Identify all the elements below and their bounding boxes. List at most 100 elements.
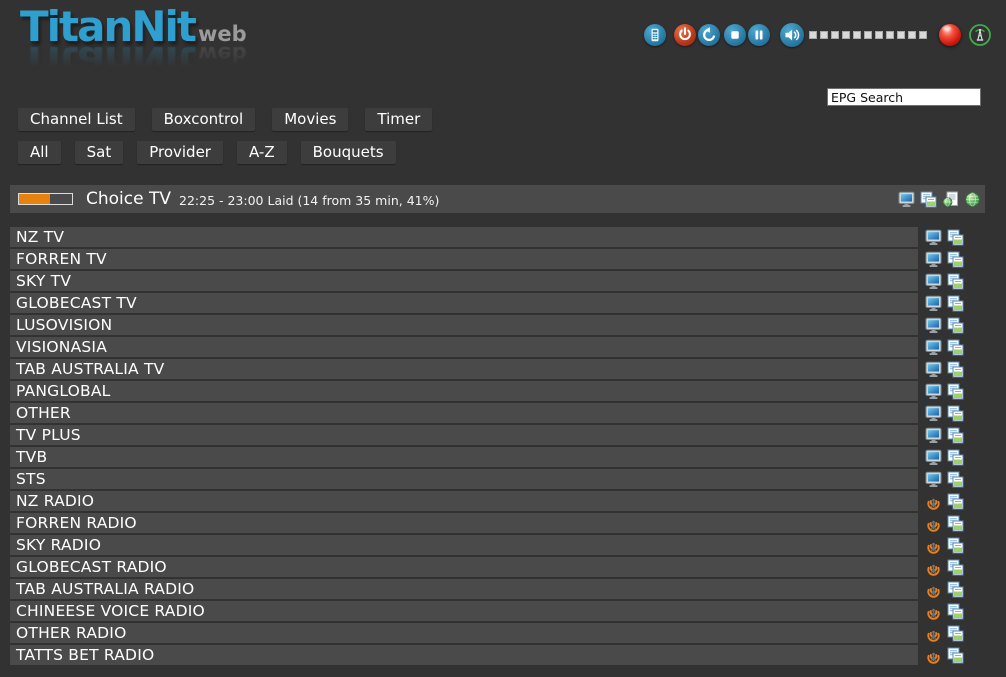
stream-windows-icon[interactable] [947, 427, 964, 444]
radio-transmit-icon[interactable] [925, 581, 942, 598]
radio-transmit-icon[interactable] [925, 625, 942, 642]
tv-icon[interactable] [925, 471, 942, 488]
tv-icon[interactable] [925, 449, 942, 466]
app-logo: TitanNitweb TitanNitweb [20, 6, 247, 48]
volume-segment[interactable] [886, 31, 894, 39]
filter-bouquets[interactable]: Bouquets [301, 141, 396, 164]
channel-row[interactable]: FORREN RADIO [10, 513, 918, 533]
stream-windows-icon[interactable] [947, 493, 964, 510]
volume-segment[interactable] [919, 31, 927, 39]
channel-row[interactable]: TATTS BET RADIO [10, 645, 918, 665]
filter-sat[interactable]: Sat [75, 141, 124, 164]
channel-row[interactable]: TAB AUSTRALIA RADIO [10, 579, 918, 599]
power-icon [674, 24, 696, 46]
tv-icon[interactable] [925, 427, 942, 444]
stop-button[interactable] [724, 24, 746, 46]
filter-provider[interactable]: Provider [137, 141, 223, 164]
channel-row[interactable]: GLOBECAST RADIO [10, 557, 918, 577]
stream-windows-icon[interactable] [947, 515, 964, 532]
radio-transmit-icon[interactable] [925, 603, 942, 620]
mute-button[interactable] [780, 23, 804, 47]
power-button[interactable] [674, 24, 696, 46]
stop-icon [724, 24, 746, 46]
tab-timer[interactable]: Timer [365, 108, 432, 131]
channel-row[interactable]: CHINEESE VOICE RADIO [10, 601, 918, 621]
globe-icon[interactable] [964, 191, 981, 208]
stream-windows-icon[interactable] [947, 295, 964, 312]
stream-windows-icon[interactable] [947, 251, 964, 268]
channel-row[interactable]: NZ TV [10, 227, 918, 247]
volume-segment[interactable] [853, 31, 861, 39]
tab-channel-list[interactable]: Channel List [18, 108, 135, 131]
channel-row[interactable]: SKY TV [10, 271, 918, 291]
channel-row[interactable]: OTHER RADIO [10, 623, 918, 643]
volume-segment[interactable] [842, 31, 850, 39]
epg-search-input[interactable] [827, 88, 981, 106]
tv-icon[interactable] [925, 405, 942, 422]
stream-windows-icon[interactable] [947, 383, 964, 400]
radio-transmit-icon[interactable] [925, 647, 942, 664]
stream-button[interactable] [968, 23, 992, 47]
stream-windows-icon[interactable] [947, 273, 964, 290]
primary-nav: Channel List Boxcontrol Movies Timer [18, 108, 432, 131]
record-indicator [939, 24, 961, 46]
volume-segment[interactable] [864, 31, 872, 39]
antenna-icon [968, 23, 992, 47]
stream-windows-icon[interactable] [947, 339, 964, 356]
stream-windows-icon[interactable] [947, 603, 964, 620]
volume-segment[interactable] [809, 31, 817, 39]
volume-segment[interactable] [897, 31, 905, 39]
tv-icon[interactable] [925, 383, 942, 400]
tab-movies[interactable]: Movies [272, 108, 348, 131]
volume-bar [809, 31, 927, 39]
windows-icon[interactable] [920, 191, 937, 208]
volume-segment[interactable] [831, 31, 839, 39]
volume-segment[interactable] [908, 31, 916, 39]
tv-icon[interactable] [925, 317, 942, 334]
tab-boxcontrol[interactable]: Boxcontrol [152, 108, 256, 131]
channel-row[interactable]: SKY RADIO [10, 535, 918, 555]
tv-icon[interactable] [925, 295, 942, 312]
tv-icon[interactable] [925, 229, 942, 246]
stream-windows-icon[interactable] [947, 317, 964, 334]
stream-windows-icon[interactable] [947, 647, 964, 664]
refresh-button[interactable] [698, 24, 720, 46]
radio-transmit-icon[interactable] [925, 559, 942, 576]
channel-row[interactable]: TVB [10, 447, 918, 467]
tv-icon[interactable] [925, 251, 942, 268]
stream-windows-icon[interactable] [947, 361, 964, 378]
channel-row[interactable]: NZ RADIO [10, 491, 918, 511]
radio-transmit-icon[interactable] [925, 515, 942, 532]
tv-icon[interactable] [925, 339, 942, 356]
tv-icon[interactable] [925, 361, 942, 378]
pause-button[interactable] [748, 24, 770, 46]
channel-row[interactable]: TV PLUS [10, 425, 918, 445]
speaker-icon [780, 23, 804, 47]
remote-control-button[interactable] [644, 24, 666, 46]
stream-windows-icon[interactable] [947, 559, 964, 576]
stream-windows-icon[interactable] [947, 537, 964, 554]
channel-row[interactable]: STS [10, 469, 918, 489]
monitor-icon[interactable] [898, 191, 915, 208]
filter-a-z[interactable]: A-Z [237, 141, 287, 164]
channel-row[interactable]: VISIONASIA [10, 337, 918, 357]
radio-transmit-icon[interactable] [925, 537, 942, 554]
stream-windows-icon[interactable] [947, 581, 964, 598]
tv-icon[interactable] [925, 273, 942, 290]
stream-windows-icon[interactable] [947, 405, 964, 422]
volume-segment[interactable] [875, 31, 883, 39]
stream-windows-icon[interactable] [947, 229, 964, 246]
stream-windows-icon[interactable] [947, 625, 964, 642]
stream-windows-icon[interactable] [947, 449, 964, 466]
channel-row[interactable]: LUSOVISION [10, 315, 918, 335]
channel-row[interactable]: GLOBECAST TV [10, 293, 918, 313]
channel-row[interactable]: FORREN TV [10, 249, 918, 269]
channel-row[interactable]: TAB AUSTRALIA TV [10, 359, 918, 379]
channel-row[interactable]: PANGLOBAL [10, 381, 918, 401]
radio-transmit-icon[interactable] [925, 493, 942, 510]
stream-windows-icon[interactable] [947, 471, 964, 488]
channel-row[interactable]: OTHER [10, 403, 918, 423]
filter-all[interactable]: All [18, 141, 61, 164]
volume-segment[interactable] [820, 31, 828, 39]
page-world-icon[interactable] [942, 191, 959, 208]
